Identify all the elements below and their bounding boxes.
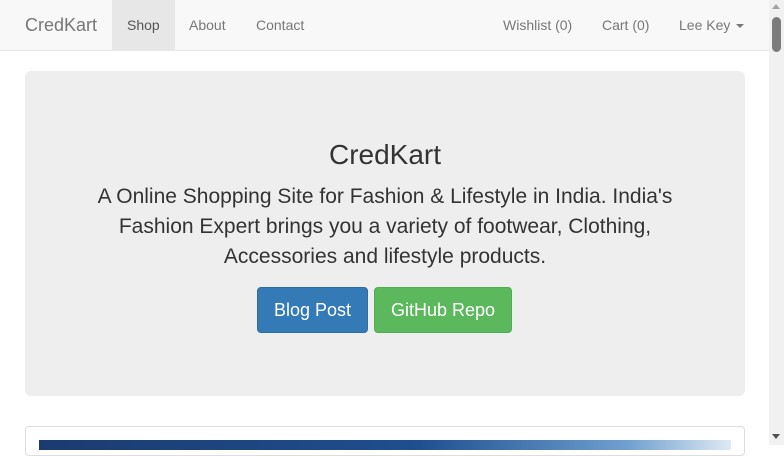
caret-down-icon xyxy=(736,24,745,29)
hero-title: CredKart xyxy=(328,139,442,170)
scroll-down-icon[interactable] xyxy=(772,434,780,439)
content-panel xyxy=(25,426,745,456)
top-navbar: CredKart Shop About Contact Wishlist (0)… xyxy=(0,0,769,51)
nav-shop[interactable]: Shop xyxy=(112,0,175,50)
hero-jumbotron: CredKart A Online Shopping Site for Fash… xyxy=(25,71,745,396)
nav-about[interactable]: About xyxy=(174,0,241,50)
nav-wishlist[interactable]: Wishlist (0) xyxy=(488,0,587,50)
nav-contact[interactable]: Contact xyxy=(241,0,319,50)
user-dropdown[interactable]: Lee Key xyxy=(664,0,759,50)
scroll-up-icon[interactable] xyxy=(772,4,780,9)
page-scrollbar[interactable] xyxy=(769,0,784,445)
github-repo-button[interactable]: GitHub Repo xyxy=(374,287,512,333)
blog-post-button[interactable]: Blog Post xyxy=(257,287,368,333)
banner-image xyxy=(39,440,731,450)
scroll-thumb[interactable] xyxy=(772,17,781,52)
hero-description: A Online Shopping Site for Fashion & Lif… xyxy=(97,185,673,268)
user-name: Lee Key xyxy=(679,17,731,33)
nav-cart[interactable]: Cart (0) xyxy=(587,0,664,50)
brand-link[interactable]: CredKart xyxy=(25,15,97,35)
